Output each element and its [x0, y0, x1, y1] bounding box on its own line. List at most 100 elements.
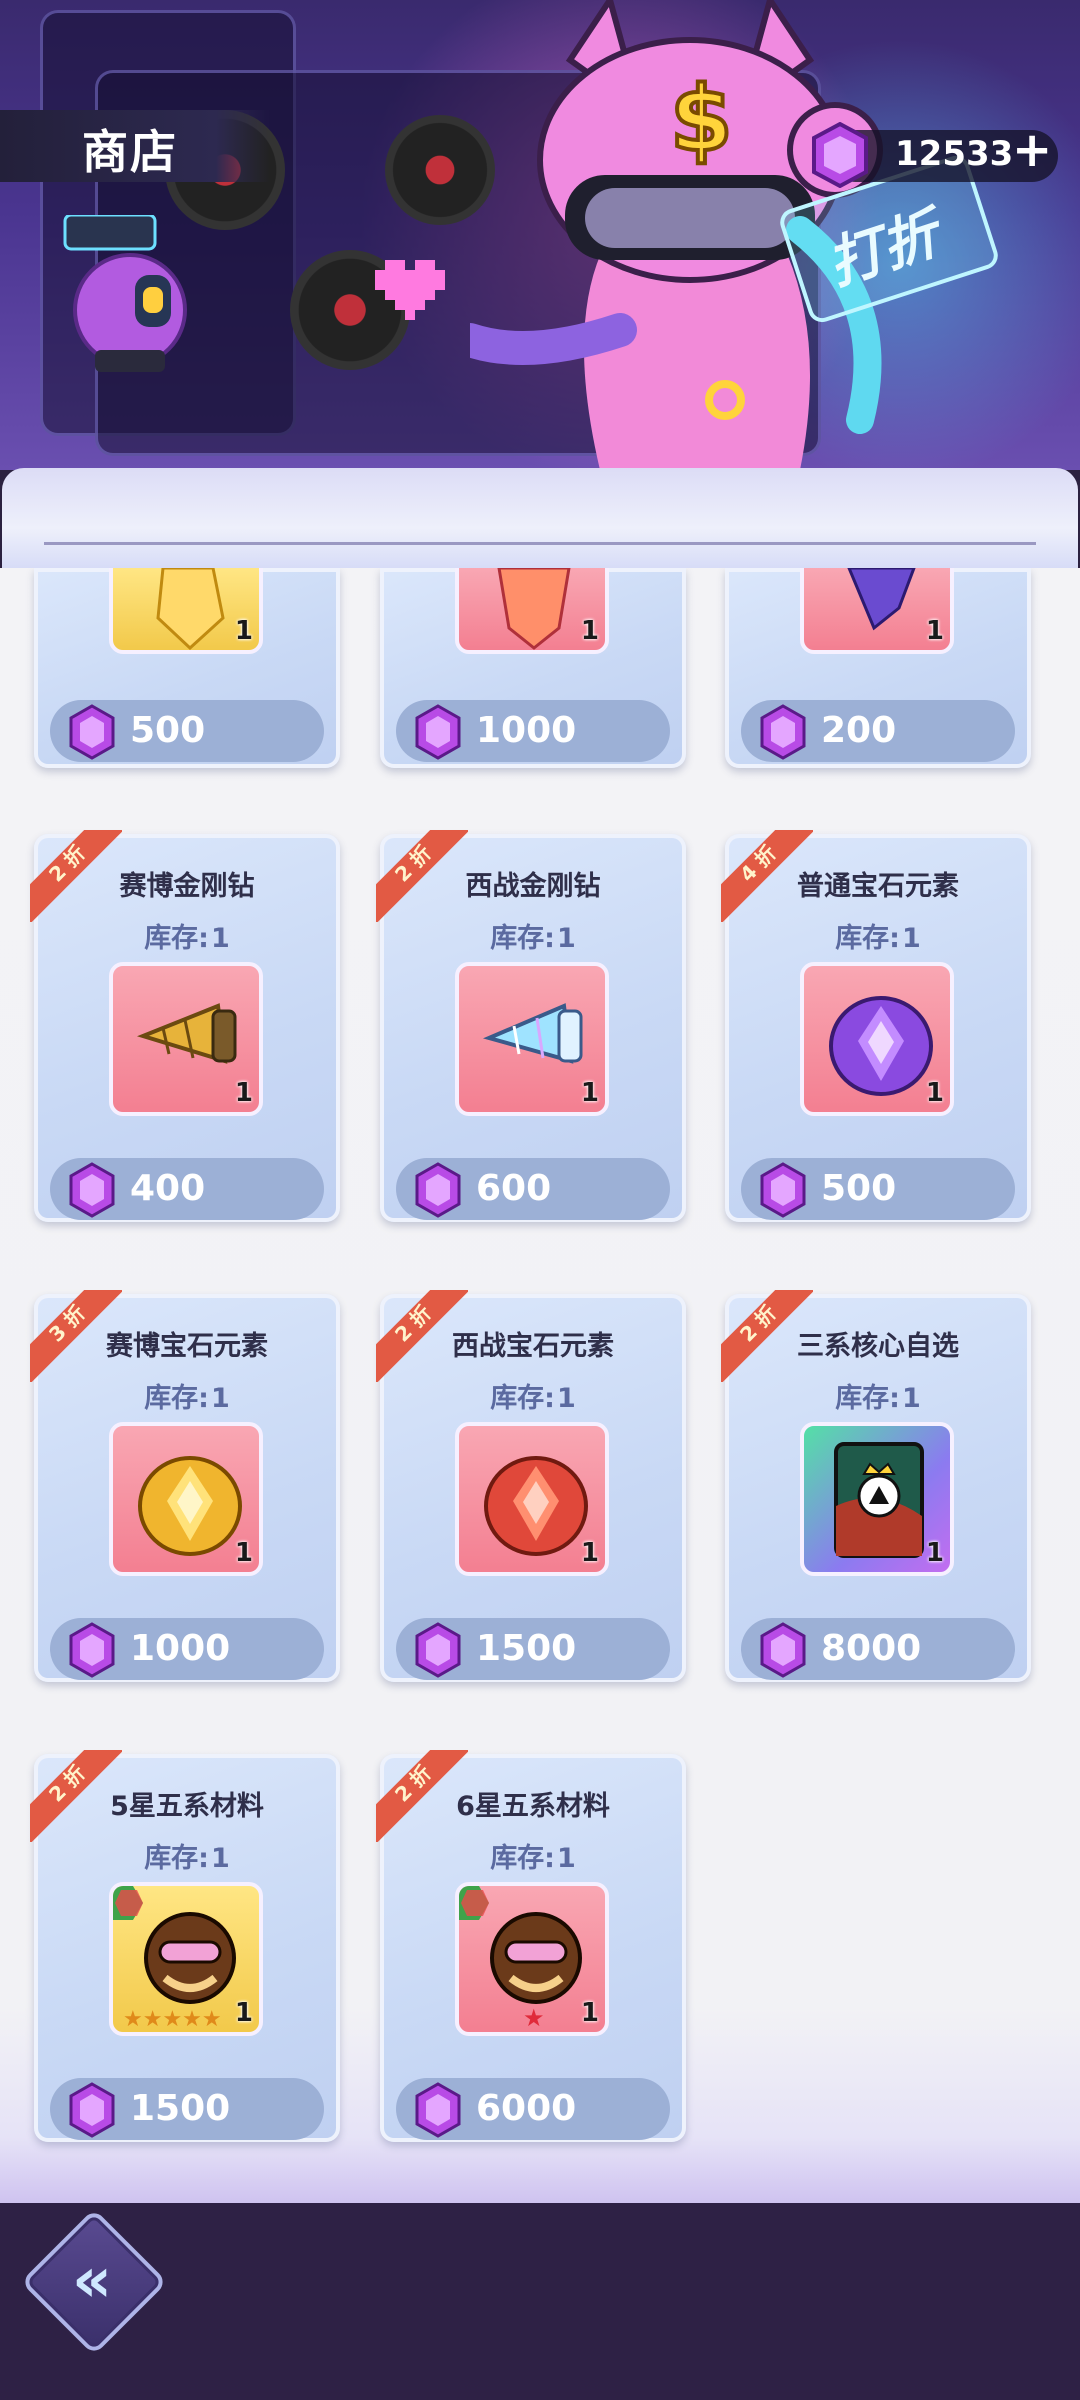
gem-icon: [415, 704, 461, 760]
stock-value: 1: [902, 1383, 921, 1414]
shop-panel-header: [2, 468, 1078, 568]
item-stock: 库存:1: [34, 1836, 340, 1875]
shop-item-card[interactable]: 2 折 西战金刚钻 库存:1 1 600: [380, 834, 686, 1222]
page-title: 商店: [82, 125, 178, 179]
item-quantity: 1: [234, 616, 253, 646]
shop-item-card[interactable]: 3 折 赛博宝石元素 库存:1 1 1000: [34, 1294, 340, 1682]
add-gems-button[interactable]: +: [1012, 126, 1052, 174]
item-quantity: 1: [925, 1538, 944, 1568]
gem-icon: [69, 704, 115, 760]
item-name: 三系核心自选: [797, 1331, 959, 1362]
price-value: 1000: [130, 1628, 231, 1669]
item-name: 赛博宝石元素: [106, 1331, 268, 1362]
shop-item-card[interactable]: 2 折 三系核心自选 库存:1 1 8000: [725, 1294, 1031, 1682]
bottom-bar: [0, 2203, 1080, 2400]
shop-item-card[interactable]: 2 折 西战宝石元素 库存:1 1 1500: [380, 1294, 686, 1682]
gem-icon: [760, 1162, 806, 1218]
item-quantity: 1: [234, 1078, 253, 1108]
gem-icon: [415, 1622, 461, 1678]
item-quantity: 1: [234, 1538, 253, 1568]
shop-item-card[interactable]: 1 1000: [380, 568, 686, 768]
item-stock: 库存:1: [34, 1376, 340, 1415]
shop-item-card[interactable]: 1 200: [725, 568, 1031, 768]
gem-icon: [415, 2082, 461, 2138]
item-quantity: 1: [580, 1998, 599, 2028]
price-button[interactable]: 500: [741, 1158, 1015, 1220]
price-button[interactable]: 600: [396, 1158, 670, 1220]
price-value: 6000: [476, 2088, 577, 2129]
item-name: 5星五系材料: [110, 1791, 264, 1822]
double-chevron-left-icon[interactable]: «: [52, 2240, 132, 2320]
price-value: 200: [821, 710, 897, 751]
robot-mascot-icon: [63, 215, 187, 372]
stock-value: 1: [211, 1843, 230, 1874]
svg-text:$: $: [670, 67, 733, 172]
price-button[interactable]: 1500: [396, 1618, 670, 1680]
item-stock: 库存:1: [380, 1836, 686, 1875]
price-value: 400: [130, 1168, 206, 1209]
item-icon-box: 1: [109, 568, 263, 654]
item-icon-box: ★ 1: [455, 1882, 609, 2036]
shop-item-card[interactable]: 2 折 5星五系材料 库存:1 ★★★★★ 1 1500: [34, 1754, 340, 2142]
stock-value: 1: [557, 1383, 576, 1414]
shop-item-card[interactable]: 1 500: [34, 568, 340, 768]
price-value: 8000: [821, 1628, 922, 1669]
item-name: 西战金刚钻: [465, 871, 601, 902]
pixel-heart-icon: [375, 260, 445, 320]
price-button[interactable]: 6000: [396, 2078, 670, 2140]
stock-label: 库存:: [835, 923, 900, 954]
shop-banner: $ 打折: [0, 0, 1080, 470]
price-button[interactable]: 8000: [741, 1618, 1015, 1680]
item-stock: 库存:1: [34, 916, 340, 955]
shop-item-card[interactable]: 2 折 6星五系材料 库存:1 ★ 1 6000: [380, 1754, 686, 2142]
item-quantity: 1: [925, 1078, 944, 1108]
price-button[interactable]: 1000: [396, 700, 670, 762]
shop-item-card[interactable]: 4 折 普通宝石元素 库存:1 1 500: [725, 834, 1031, 1222]
stock-value: 1: [902, 923, 921, 954]
stock-label: 库存:: [144, 923, 209, 954]
shop-item-grid[interactable]: 1 500 1 1000 1 200 2 折 赛博金刚钻 库存:1 1 400 …: [0, 568, 1080, 2203]
stock-label: 库存:: [490, 1843, 555, 1874]
item-stock: 库存:1: [380, 916, 686, 955]
price-button[interactable]: 200: [741, 700, 1015, 762]
price-value: 1500: [130, 2088, 231, 2129]
stock-label: 库存:: [490, 1383, 555, 1414]
item-icon-box: 1: [455, 568, 609, 654]
price-button[interactable]: 400: [50, 1158, 324, 1220]
item-icon-box: 1: [800, 1422, 954, 1576]
item-quantity: 1: [580, 1078, 599, 1108]
stock-value: 1: [211, 923, 230, 954]
gem-icon: [415, 1162, 461, 1218]
svg-text:★★★★★: ★★★★★: [123, 2007, 222, 2032]
item-icon-box: ★★★★★ 1: [109, 1882, 263, 2036]
item-icon-box: 1: [109, 962, 263, 1116]
gem-icon: [760, 1622, 806, 1678]
stock-value: 1: [211, 1383, 230, 1414]
shop-item-card[interactable]: 2 折 赛博金刚钻 库存:1 1 400: [34, 834, 340, 1222]
gem-icon: [69, 1622, 115, 1678]
discount-sign-text: 打折: [819, 201, 947, 299]
gem-balance-value: 12533: [895, 134, 1014, 174]
gem-icon: [760, 704, 806, 760]
item-icon-box: 1: [800, 568, 954, 654]
stock-value: 1: [557, 923, 576, 954]
item-icon-box: 1: [109, 1422, 263, 1576]
gem-icon: [69, 2082, 115, 2138]
stock-value: 1: [557, 1843, 576, 1874]
price-button[interactable]: 1000: [50, 1618, 324, 1680]
stock-label: 库存:: [835, 1383, 900, 1414]
stock-label: 库存:: [144, 1383, 209, 1414]
price-value: 1500: [476, 1628, 577, 1669]
item-quantity: 1: [580, 616, 599, 646]
item-stock: 库存:1: [725, 1376, 1031, 1415]
price-value: 500: [821, 1168, 897, 1209]
item-icon-box: 1: [800, 962, 954, 1116]
item-quantity: 1: [580, 1538, 599, 1568]
item-name: 赛博金刚钻: [119, 871, 255, 902]
price-button[interactable]: 1500: [50, 2078, 324, 2140]
item-stock: 库存:1: [380, 1376, 686, 1415]
stock-label: 库存:: [490, 923, 555, 954]
stock-label: 库存:: [144, 1843, 209, 1874]
gem-icon: [69, 1162, 115, 1218]
price-button[interactable]: 500: [50, 700, 324, 762]
